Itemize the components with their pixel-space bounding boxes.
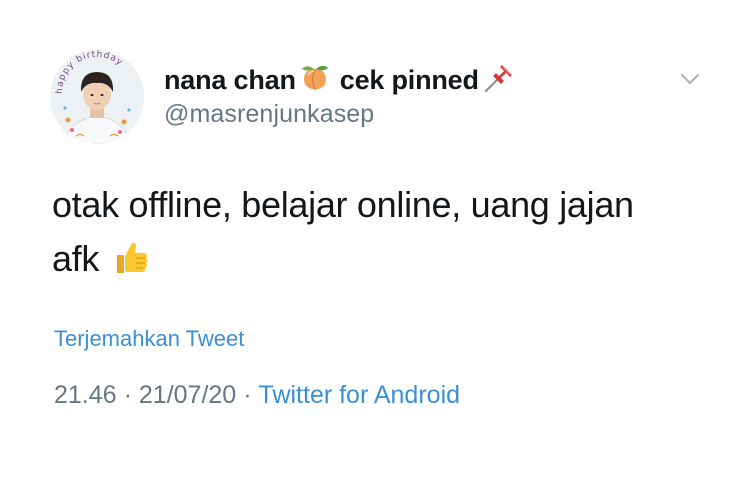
metadata-separator: ·: [123, 381, 132, 409]
tweet-time[interactable]: 21.46: [54, 381, 117, 409]
display-name-suffix[interactable]: cek pinned: [340, 65, 479, 96]
tweet-card: happy birthday nana chan cek pinned @mas…: [0, 0, 750, 484]
metadata-separator: ·: [243, 381, 252, 409]
thumbs-up-emoji-icon: [111, 237, 151, 292]
peach-emoji-icon: [300, 63, 330, 98]
tweet-source-link[interactable]: Twitter for Android: [259, 381, 460, 409]
tweet-text-line-1: otak offline, belajar online, uang jajan: [52, 184, 634, 225]
user-handle[interactable]: @masrenjunkasep: [164, 100, 374, 129]
tweet-text-line-2: afk: [52, 238, 100, 279]
tweet-date[interactable]: 21/07/20: [139, 381, 236, 409]
tweet-text: otak offline, belajar online, uang jajan…: [52, 178, 692, 292]
pushpin-emoji-icon: [483, 62, 515, 99]
chevron-down-icon[interactable]: [680, 72, 700, 86]
tweet-text-line-2-row: afk: [52, 232, 692, 292]
display-name[interactable]: nana chan: [164, 65, 296, 96]
avatar-image: happy birthday: [50, 50, 144, 144]
translate-tweet-link[interactable]: Terjemahkan Tweet: [54, 326, 244, 352]
display-name-row[interactable]: nana chan cek pinned: [164, 60, 515, 100]
tweet-metadata: 21.46 · 21/07/20 · Twitter for Android: [54, 381, 460, 410]
avatar[interactable]: happy birthday: [50, 50, 144, 144]
